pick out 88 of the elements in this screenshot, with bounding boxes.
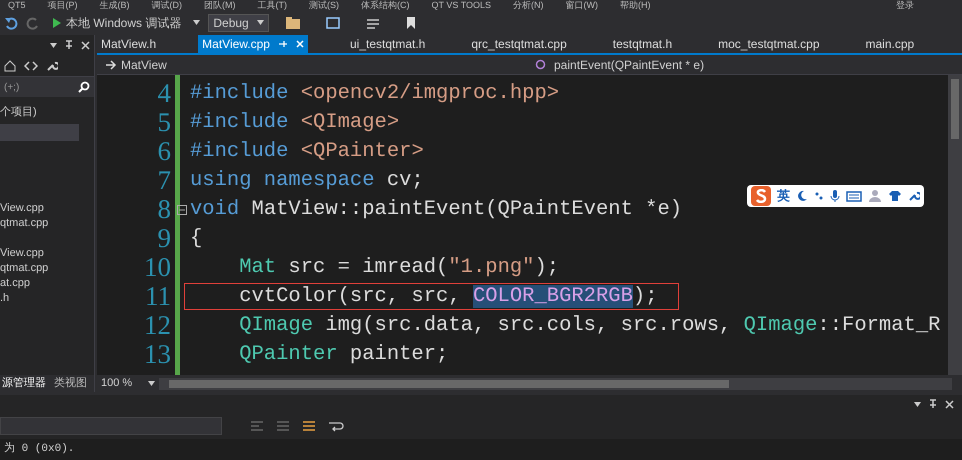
- code-icon[interactable]: [24, 60, 38, 72]
- word-wrap-icon[interactable]: [328, 420, 344, 432]
- zoom-dropdown[interactable]: 100 %: [97, 375, 160, 392]
- line-number: 10: [144, 253, 171, 282]
- arrow-icon[interactable]: [105, 60, 117, 70]
- moon-icon[interactable]: [796, 190, 808, 202]
- method-icon[interactable]: [535, 59, 546, 70]
- menu-item[interactable]: QT VS TOOLS: [432, 0, 492, 10]
- menu-item[interactable]: 调试(D): [152, 0, 182, 10]
- caret-icon[interactable]: [256, 20, 264, 25]
- code-line: QPainter painter;: [238, 342, 448, 367]
- home-icon[interactable]: [4, 60, 16, 72]
- scope-dropdown[interactable]: MatView: [97, 56, 527, 74]
- folder-icon[interactable]: [284, 16, 301, 30]
- menu-item[interactable]: QT5: [8, 0, 26, 10]
- close-icon[interactable]: [945, 400, 954, 408]
- menu-item[interactable]: 帮助(H): [620, 0, 651, 10]
- line-number: 7: [158, 166, 171, 195]
- toolbar-icon[interactable]: [324, 16, 341, 30]
- file-tab[interactable]: qrc_testqtmat.cpp: [467, 35, 571, 53]
- s-logo-icon[interactable]: [755, 189, 767, 203]
- line-number: 5: [158, 108, 171, 137]
- redo-icon[interactable]: [26, 16, 40, 30]
- menu-item[interactable]: 体系结构(C): [361, 0, 410, 10]
- file-tab[interactable]: moc_testqtmat.cpp: [714, 35, 824, 53]
- dropdown-caret-icon[interactable]: [193, 20, 200, 25]
- tree-item[interactable]: at.cpp: [0, 276, 94, 291]
- selected-text: COLOR_BGR2RGB: [472, 285, 633, 308]
- code-line: #include <QImage>: [190, 110, 400, 135]
- line-number: 4: [158, 79, 171, 108]
- search-icon[interactable]: [78, 81, 90, 93]
- code-line: QImage img(src.data, src.cols, src.rows, QImage::Format_R: [238, 313, 940, 338]
- file-tab[interactable]: testqtmat.h: [608, 35, 676, 53]
- vertical-scrollbar[interactable]: [948, 75, 962, 375]
- menu-item[interactable]: 团队(M): [204, 0, 236, 10]
- code-line: void MatView::paintEvent(QPaintEvent *e): [190, 197, 682, 222]
- tree-item[interactable]: qtmat.cpp: [0, 261, 94, 276]
- horizontal-scrollbar[interactable]: [159, 378, 952, 390]
- search-field[interactable]: (+;): [0, 77, 94, 97]
- panel-tab[interactable]: 类视图: [52, 375, 89, 392]
- output-line: 为 0 (0x0).: [4, 443, 76, 456]
- menu-item[interactable]: 项目(P): [48, 0, 78, 10]
- panel-tab[interactable]: 源管理器: [0, 375, 48, 392]
- pin-icon[interactable]: [65, 40, 73, 50]
- tree-item[interactable]: View.cpp: [0, 201, 94, 216]
- menu-item[interactable]: 生成(B): [100, 0, 130, 10]
- bookmark-icon[interactable]: [404, 16, 417, 30]
- line-number: 13: [144, 340, 171, 369]
- code-line: #include <opencv2/imgproc.hpp>: [190, 81, 560, 106]
- punctuation-icon[interactable]: [814, 190, 824, 202]
- close-icon[interactable]: [81, 40, 90, 50]
- tree-item[interactable]: 个项目): [0, 105, 94, 120]
- file-tab[interactable]: MatView.h: [97, 35, 160, 53]
- sign-in-link[interactable]: 登录: [896, 0, 914, 10]
- configuration-dropdown[interactable]: Debug: [208, 14, 269, 32]
- microphone-icon[interactable]: [830, 189, 840, 203]
- line-number: 9: [158, 224, 171, 253]
- undo-icon[interactable]: [4, 16, 18, 30]
- dropdown-caret-icon[interactable]: [914, 402, 921, 406]
- line-number: 11: [145, 282, 171, 311]
- tree-item[interactable]: qtmat.cpp: [0, 216, 94, 231]
- code-line: #include <QPainter>: [190, 139, 424, 164]
- pin-icon[interactable]: [929, 399, 937, 409]
- code-line: {: [190, 226, 202, 251]
- code-line: Mat src = imread("1.png");: [238, 255, 560, 280]
- caret-icon[interactable]: [148, 381, 156, 386]
- collapse-icon[interactable]: [177, 204, 187, 214]
- line-number: 12: [144, 311, 171, 340]
- keyboard-icon[interactable]: [846, 190, 862, 202]
- wrench-icon[interactable]: [908, 190, 920, 202]
- menu-item[interactable]: 窗口(W): [566, 0, 598, 10]
- shirt-icon[interactable]: [888, 190, 902, 202]
- file-tab[interactable]: main.cpp: [862, 35, 918, 53]
- play-icon[interactable]: [52, 16, 62, 28]
- line-number: 8: [158, 195, 171, 224]
- line-number: 6: [158, 137, 171, 166]
- menu-item[interactable]: 分析(N): [513, 0, 544, 10]
- start-debugger-button[interactable]: 本地 Windows 调试器: [48, 14, 186, 32]
- tree-item[interactable]: View.cpp: [0, 246, 94, 261]
- language-mode[interactable]: 英: [777, 186, 790, 206]
- code-line: using namespace cv;: [190, 168, 424, 193]
- tree-item[interactable]: .h: [0, 291, 94, 306]
- dropdown-caret-icon[interactable]: [50, 42, 57, 48]
- clear-all-icon[interactable]: [302, 420, 316, 432]
- file-tab[interactable]: ui_testqtmat.h: [346, 35, 430, 53]
- member-dropdown[interactable]: paintEvent(QPaintEvent * e): [527, 56, 712, 74]
- menu-item[interactable]: 测试(S): [309, 0, 340, 10]
- menu-item[interactable]: 工具(T): [258, 0, 288, 10]
